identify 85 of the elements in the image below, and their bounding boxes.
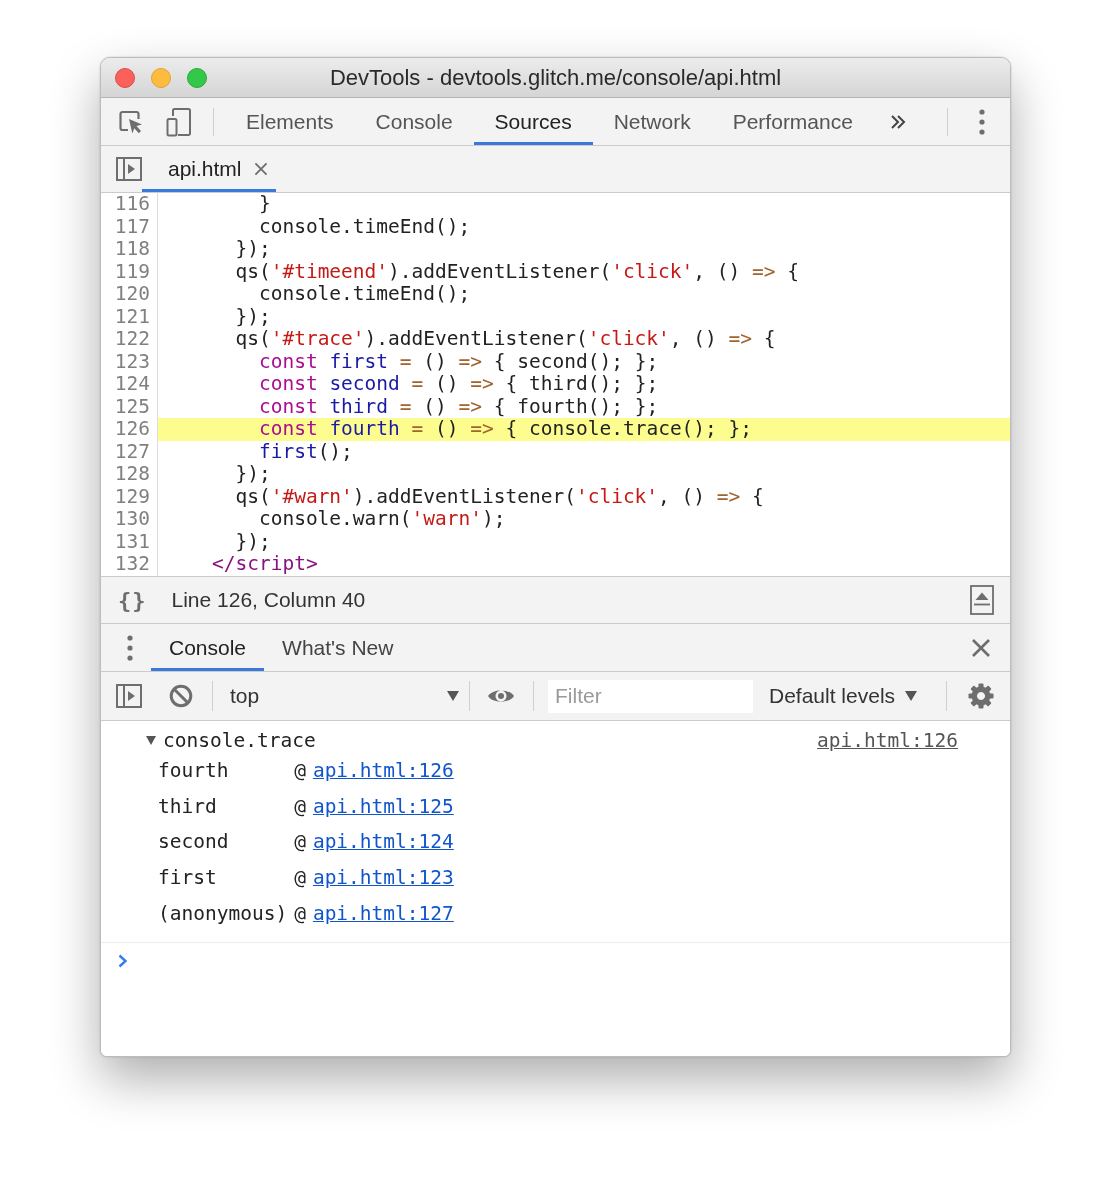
line-number: 128 [114, 463, 150, 486]
line-number: 126 [114, 418, 150, 441]
code-line: } [257, 193, 271, 215]
frame-link[interactable]: api.html:123 [312, 866, 454, 890]
line-number: 121 [114, 305, 150, 328]
panel-tab[interactable]: Network [592, 98, 712, 145]
drawer-tab[interactable]: Console [151, 624, 265, 671]
code-line: console.warn('warn'); [257, 507, 506, 530]
line-number: 120 [114, 283, 150, 306]
line-number: 132 [114, 553, 150, 576]
at-label: @ [294, 794, 306, 818]
line-number: 116 [114, 193, 150, 216]
function-name: (anonymous) [158, 901, 288, 925]
line-number: 127 [114, 440, 150, 463]
code-line: }); [234, 462, 271, 485]
at-label: @ [294, 759, 306, 783]
at-label: @ [294, 866, 306, 890]
line-number: 124 [114, 373, 150, 396]
line-number: 131 [114, 530, 150, 553]
eject-box-icon[interactable] [970, 585, 994, 615]
caret-icon [447, 691, 459, 701]
source-link[interactable]: api.html:126 [817, 728, 958, 752]
line-number: 129 [114, 485, 150, 508]
code-line: }); [234, 237, 271, 260]
zoom-window-icon[interactable] [187, 67, 207, 88]
levels-dropdown[interactable]: Default levels [767, 676, 926, 716]
window-title: DevTools - devtools.glitch.me/console/api.html [329, 64, 782, 91]
context-select[interactable]: top [221, 676, 469, 716]
panel-tab[interactable]: Console [354, 98, 474, 145]
panel-tab[interactable]: Performance [711, 98, 874, 145]
more-tabs-icon[interactable] [889, 113, 906, 130]
function-name: first [158, 866, 218, 890]
line-number: 122 [114, 328, 150, 351]
line-number: 123 [114, 350, 150, 373]
settings-icon[interactable] [968, 683, 994, 709]
close-icon[interactable] [253, 162, 268, 176]
at-label: @ [294, 830, 306, 854]
menu-icon[interactable] [979, 108, 985, 135]
line-number: 117 [114, 215, 150, 238]
code-line: }); [234, 529, 271, 553]
levels-label: Default levels [769, 684, 896, 708]
code-line: qs('#warn').addEventListener('click', () => { [234, 484, 764, 508]
at-label: @ [294, 901, 306, 925]
code-line: const third = () => { fourth(); }; [257, 394, 659, 418]
drawer-tab[interactable]: What's New [264, 624, 412, 671]
menu-icon[interactable] [127, 634, 133, 661]
frame-link[interactable]: api.html:126 [312, 759, 454, 783]
device-icon[interactable] [166, 106, 192, 137]
frame-link[interactable]: api.html:124 [312, 830, 454, 854]
code-line: first(); [257, 439, 353, 463]
file-tab[interactable]: api.html [142, 146, 276, 192]
close-icon[interactable] [971, 637, 991, 658]
frame-link[interactable]: api.html:125 [312, 794, 454, 818]
prohibited-icon[interactable] [169, 684, 193, 708]
caret-icon [905, 691, 918, 701]
code-line: const fourth = () => { console.trace(); }; [257, 417, 753, 440]
function-name: second [158, 830, 230, 854]
disclosure-triangle-icon[interactable] [146, 735, 156, 745]
code-line: qs('#trace').addEventListener('click', () => { [234, 327, 776, 350]
code-line: }); [234, 304, 271, 328]
line-number: 118 [114, 238, 150, 261]
code-line: const first = () => { second(); }; [257, 349, 659, 373]
context-label: top [230, 684, 260, 708]
code-line: qs('#timeend').addEventListener('click', () => { [234, 259, 799, 283]
filter-field[interactable]: Filter [548, 679, 753, 713]
panel-tab[interactable]: Elements [225, 98, 355, 145]
pretty-print-button[interactable]: {} [118, 587, 147, 613]
function-name: fourth [158, 759, 230, 783]
code-line: console.timeEnd(); [257, 214, 471, 238]
sidebar-panel-icon[interactable] [116, 157, 142, 181]
line-number: 130 [114, 508, 150, 531]
cursor-position: Line 126, Column 40 [171, 588, 366, 612]
code-line: console.timeEnd(); [257, 282, 471, 305]
inspect-icon[interactable] [118, 108, 144, 135]
frame-link[interactable]: api.html:127 [312, 901, 454, 925]
sidebar-panel-icon[interactable] [116, 684, 142, 708]
message-text: console.trace [163, 728, 316, 752]
code-line: const second = () => { third(); }; [257, 372, 659, 395]
panel-tab[interactable]: Sources [473, 98, 593, 145]
prompt-chevron-icon [118, 953, 127, 968]
line-number: 119 [114, 260, 150, 283]
close-window-icon[interactable] [115, 67, 135, 88]
line-number: 125 [114, 395, 150, 418]
function-name: third [158, 794, 218, 818]
code-line: </script> [210, 552, 318, 575]
